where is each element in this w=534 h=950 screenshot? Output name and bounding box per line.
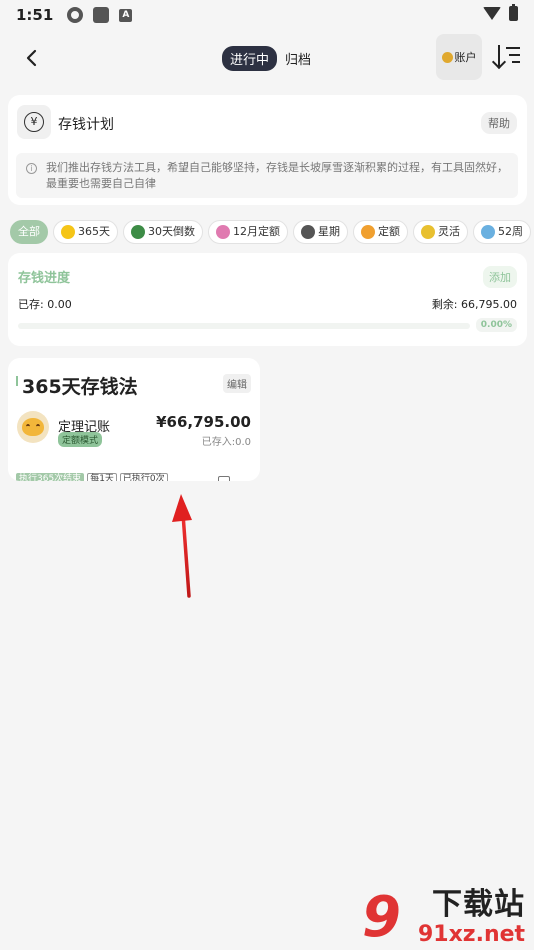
filter-chip-label: 灵活 [438,225,460,238]
a-notification-icon: A [119,8,133,22]
coin-icon [441,51,453,63]
wifi-icon [483,7,501,20]
filter-chip-label: 定额 [378,225,400,238]
method-emoji-icon [131,225,145,239]
filter-chip[interactable]: 12月定额 [208,220,288,244]
mode-badge: 定额模式 [58,432,103,447]
square-notification-icon [93,7,110,23]
filter-chip[interactable]: 52周 [473,220,531,244]
filter-chip[interactable]: 30天倒数 [123,220,203,244]
progress-track [18,323,470,329]
status-right [483,4,518,21]
deposited-amount: 已存入:0.0 [201,437,251,448]
plan-card: ¥ 存钱计划 帮助 i 我们推出存钱方法工具，希望自己能够坚持，存钱是长坡厚雪逐… [8,95,527,205]
filter-chip[interactable]: 灵活 [413,220,468,244]
filter-chip-label: 30天倒数 [148,225,195,238]
annotation-arrow-icon [172,494,192,598]
sort-line [512,61,520,63]
edit-button[interactable]: 编辑 [223,374,251,393]
tab-in-progress[interactable]: 进行中 [222,46,278,71]
filter-chip[interactable]: 365天 [53,220,118,244]
filter-chip[interactable]: 定额 [353,220,408,244]
calendar-icon[interactable] [218,476,230,481]
method-title: 365天存钱法 [22,376,138,398]
sort-button[interactable] [494,45,520,69]
method-filter-chips: 全部 365天 30天倒数 12月定额 星期 定额 灵活 52周 [10,220,534,244]
account-button[interactable]: 账户 [436,34,482,80]
progress-percent: 0.00% [475,318,517,332]
sort-arrow-icon [498,45,500,67]
progress-card: 存钱进度 添加 已存: 0.00 剩余: 66,795.00 0.00% [8,253,527,346]
method-emoji-icon [301,225,315,239]
app-notification-icon [67,7,84,23]
method-tag: 执行365次结束 [16,473,85,481]
plan-tip-text: 我们推出存钱方法工具，希望自己能够坚持，存钱是长坡厚雪逐渐积累的过程，有工具固然… [46,161,508,190]
status-time: 1:51 [16,6,54,24]
plan-title: 存钱计划 [58,117,114,133]
sort-line [506,47,520,49]
method-emoji-icon [481,225,495,239]
status-icons: A [67,7,133,23]
top-bar: 进行中 归档 账户 [0,34,534,82]
method-emoji-icon [421,225,435,239]
help-button[interactable]: 帮助 [481,112,517,134]
back-button[interactable] [18,44,46,72]
filter-chip-label: 星期 [318,225,340,238]
filter-chip-label: 365天 [78,225,110,238]
tab-archive[interactable]: 归档 [285,49,311,68]
cat-avatar-icon [17,411,49,443]
filter-chip[interactable]: 星期 [293,220,348,244]
filter-chip-label: 52周 [498,225,523,238]
battery-icon [509,4,518,21]
accent-line [16,376,18,386]
plan-tip: i 我们推出存钱方法工具，希望自己能够坚持，存钱是长坡厚雪逐渐积累的过程，有工具… [16,153,518,198]
filter-chip-label: 全部 [18,225,40,238]
method-emoji-icon [61,225,75,239]
watermark-title: 下载站 [432,887,525,922]
status-tabs: 进行中 归档 [222,46,311,71]
method-tag: 每1天 [87,473,117,481]
back-arrow-icon [26,49,37,67]
account-label: 账户 [454,51,477,64]
sort-line [509,54,520,56]
filter-chip[interactable]: 全部 [10,220,48,244]
add-button[interactable]: 添加 [483,266,517,288]
progress-title: 存钱进度 [18,271,71,286]
filter-chip-label: 12月定额 [233,225,280,238]
method-emoji-icon [361,225,375,239]
yen-icon: ¥ [17,105,51,139]
watermark-logo: 9 下载站 91xz.net [358,888,534,950]
method-tags: 执行365次结束 每1天 已执行0次 [16,473,168,481]
status-bar: 1:51 A [0,0,534,30]
info-icon: i [26,163,37,174]
method-emoji-icon [216,225,230,239]
watermark-url: 91xz.net [418,922,526,947]
target-amount: ¥66,795.00 [156,413,251,431]
method-tag: 已执行0次 [119,473,168,481]
remaining-amount: 剩余: 66,795.00 [431,298,517,311]
saved-amount: 已存: 0.00 [18,298,72,311]
method-card[interactable]: 365天存钱法 编辑 定理记账 定额模式 ¥66,795.00 已存入:0.0 … [8,358,260,481]
